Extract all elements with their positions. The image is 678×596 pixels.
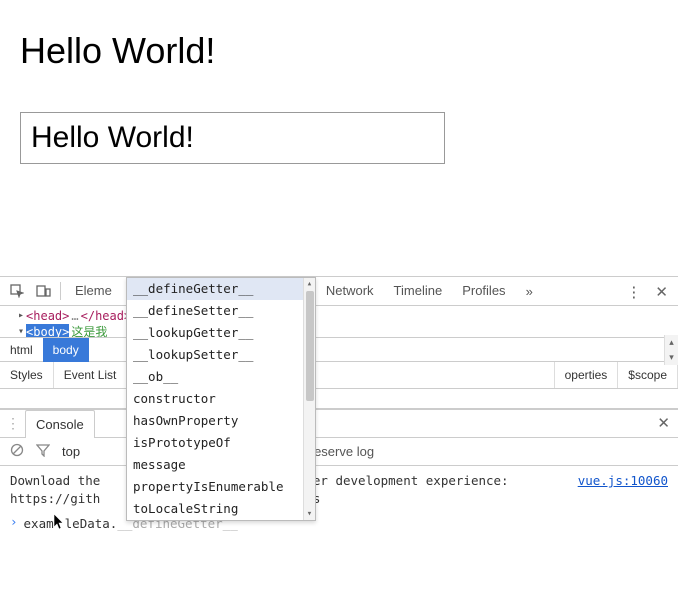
console-input-line[interactable]: › examleData.__defineGetter__ bbox=[0, 510, 678, 537]
autocomplete-item[interactable]: __defineSetter__ bbox=[127, 300, 315, 322]
drawer-tab-console[interactable]: Console bbox=[25, 410, 95, 438]
page-content: Hello World! bbox=[0, 0, 678, 184]
autocomplete-item[interactable]: __ob__ bbox=[127, 366, 315, 388]
log-text-part2: ter development experience: bbox=[305, 473, 508, 488]
autocomplete-scrollbar[interactable]: ▴ ▾ bbox=[303, 278, 315, 520]
drawer-close-icon[interactable]: ✕ bbox=[657, 414, 670, 432]
log-text-url: https://gith bbox=[10, 491, 100, 506]
tab-overflow-icon[interactable]: » bbox=[518, 284, 541, 299]
autocomplete-item[interactable]: __lookupGetter__ bbox=[127, 322, 315, 344]
dom-comment-text: 这是我 bbox=[71, 324, 107, 338]
mouse-cursor-icon bbox=[54, 512, 65, 528]
inspect-element-icon[interactable] bbox=[6, 280, 28, 302]
drawer-drag-icon[interactable]: ⋮ bbox=[6, 415, 19, 432]
elements-scrollbar[interactable]: ▴ ▾ bbox=[664, 335, 678, 365]
page-heading: Hello World! bbox=[20, 30, 658, 72]
dom-body-tag[interactable]: <body> bbox=[26, 324, 69, 338]
elements-panel: ▸ <head>…</head> ▾ <body> 这是我 ▴ ▾ html b… bbox=[0, 306, 678, 537]
autocomplete-popup[interactable]: __defineGetter__ __defineSetter__ __look… bbox=[126, 277, 316, 521]
autocomplete-item[interactable]: constructor bbox=[127, 388, 315, 410]
console-context-select[interactable]: top bbox=[62, 444, 80, 459]
autocomplete-item[interactable]: isPrototypeOf bbox=[127, 432, 315, 454]
tab-network[interactable]: Network bbox=[318, 277, 382, 305]
sidepane-scope[interactable]: $scope bbox=[618, 362, 678, 388]
devtools-tabbar: Eleme Network Timeline Profiles » ⋮ ✕ bbox=[0, 277, 678, 306]
scroll-up-icon[interactable]: ▴ bbox=[304, 278, 315, 290]
scrollbar-thumb[interactable] bbox=[306, 291, 314, 401]
scroll-down-icon[interactable]: ▾ bbox=[304, 508, 315, 520]
autocomplete-list: __defineGetter__ __defineSetter__ __look… bbox=[127, 278, 315, 520]
devtools-menu-icon[interactable]: ⋮ bbox=[626, 283, 641, 301]
drawer-tabbar: ⋮ Console ✕ bbox=[0, 410, 678, 438]
sidepane-properties[interactable]: operties bbox=[554, 362, 619, 388]
expand-arrow-icon[interactable]: ▾ bbox=[18, 324, 24, 338]
console-log-line[interactable]: Download the ter development experience:… bbox=[10, 472, 668, 490]
sidepane-styles[interactable]: Styles bbox=[0, 362, 54, 388]
dom-head-tag[interactable]: <head> bbox=[26, 308, 69, 324]
autocomplete-item[interactable]: hasOwnProperty bbox=[127, 410, 315, 432]
clear-console-icon[interactable] bbox=[10, 443, 24, 460]
devtools-close-icon[interactable]: ✕ bbox=[649, 283, 674, 301]
device-toggle-icon[interactable] bbox=[32, 280, 54, 302]
log-text-part1: Download the bbox=[10, 473, 100, 488]
autocomplete-item[interactable]: __defineGetter__ bbox=[127, 278, 315, 300]
typed-expression: examleData. bbox=[24, 516, 118, 531]
console-messages: Download the ter development experience:… bbox=[0, 466, 678, 510]
tab-timeline[interactable]: Timeline bbox=[386, 277, 451, 305]
console-toolbar: top Preserve log bbox=[0, 438, 678, 466]
autocomplete-item[interactable]: __lookupSetter__ bbox=[127, 344, 315, 366]
divider bbox=[60, 282, 61, 300]
console-drawer: ⋮ Console ✕ top Preserve log bbox=[0, 409, 678, 537]
autocomplete-item[interactable]: toLocaleString bbox=[127, 498, 315, 520]
scroll-up-icon[interactable]: ▴ bbox=[665, 335, 678, 350]
devtools-panel: Eleme Network Timeline Profiles » ⋮ ✕ ▸ … bbox=[0, 276, 678, 537]
autocomplete-item[interactable]: propertyIsEnumerable bbox=[127, 476, 315, 498]
console-log-line[interactable]: https://gith ls bbox=[10, 490, 668, 508]
scroll-down-icon[interactable]: ▾ bbox=[665, 350, 678, 365]
message-input[interactable] bbox=[20, 112, 445, 164]
sidepane-event-listeners[interactable]: Event List bbox=[54, 362, 128, 388]
prompt-caret-icon: › bbox=[10, 514, 18, 529]
elements-sidepanes-tabs: Styles Event List operties $scope bbox=[0, 362, 678, 389]
filter-icon[interactable] bbox=[36, 443, 50, 460]
tab-elements[interactable]: Eleme bbox=[67, 277, 120, 305]
breadcrumb-body[interactable]: body bbox=[43, 338, 89, 362]
log-source-link[interactable]: vue.js:10060 bbox=[578, 472, 668, 490]
breadcrumb-html[interactable]: html bbox=[0, 338, 43, 362]
tab-profiles[interactable]: Profiles bbox=[454, 277, 513, 305]
elements-dom-tree[interactable]: ▸ <head>…</head> ▾ <body> 这是我 bbox=[0, 306, 678, 338]
styles-pane-content bbox=[0, 389, 678, 409]
elements-breadcrumb: html body bbox=[0, 338, 678, 362]
autocomplete-item[interactable]: message bbox=[127, 454, 315, 476]
collapse-arrow-icon[interactable]: ▸ bbox=[18, 308, 24, 324]
